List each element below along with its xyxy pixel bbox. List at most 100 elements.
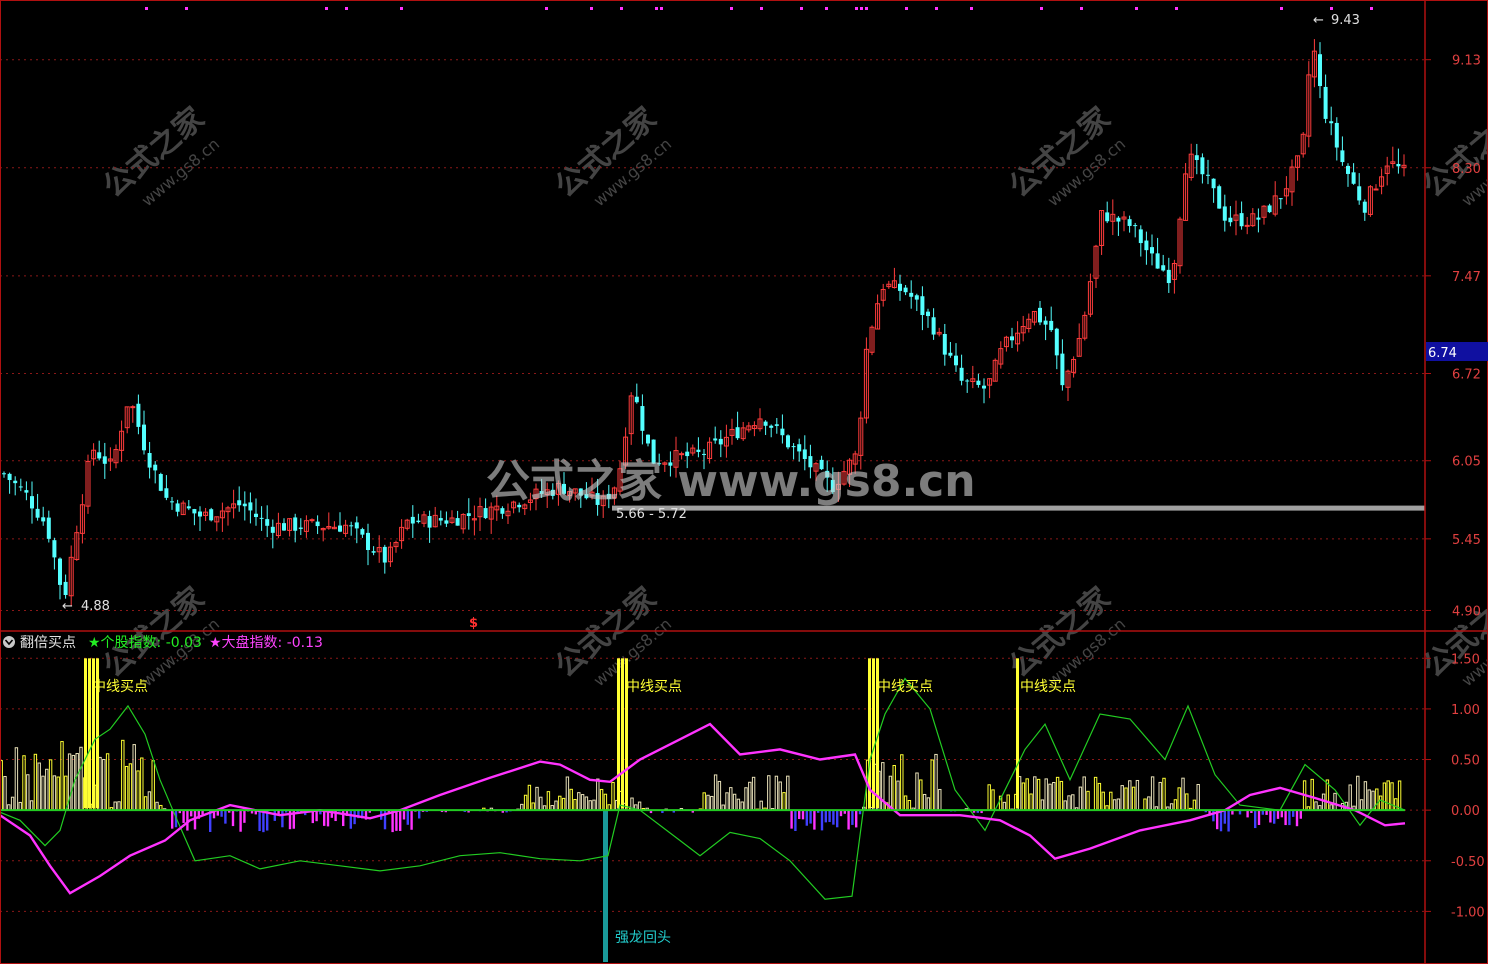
candle-body-down [713, 438, 718, 441]
histogram-bar-negative [851, 810, 854, 825]
candle-body-down [52, 540, 57, 558]
histogram-bar-negative [847, 810, 850, 830]
histogram-bar-negative [1246, 810, 1249, 818]
histogram-bar-negative [1257, 810, 1261, 825]
histogram-bar-negative [1212, 810, 1215, 822]
top-dot [1370, 7, 1373, 10]
indicator-tick-label: -0.50 [1451, 855, 1485, 870]
histogram-bar-negative [243, 810, 246, 823]
histogram-bar-negative [406, 810, 409, 825]
histogram-bar-negative [342, 810, 345, 827]
candle-body-down [948, 352, 953, 356]
top-dot [935, 7, 938, 10]
candle-body-down [1116, 217, 1121, 222]
top-dot [760, 7, 763, 10]
top-dot [545, 7, 548, 10]
candle-body-down [1396, 163, 1401, 167]
candle-body-down [914, 295, 919, 300]
histogram-bar-negative [1284, 810, 1287, 826]
top-dot [1040, 7, 1043, 10]
candle-body-down [1166, 269, 1171, 284]
candle-body-down [102, 456, 107, 464]
candle-body-down [634, 396, 639, 403]
indicator-tick-label: 0.00 [1451, 804, 1480, 819]
candle-body-down [366, 532, 370, 551]
price-tick-label: 6.72 [1452, 367, 1481, 382]
top-dot [1330, 7, 1333, 10]
histogram-bar-negative [258, 810, 261, 831]
histogram-bar-negative [820, 810, 824, 831]
indicator-tick-label: 1.00 [1451, 703, 1480, 718]
dollar-marker: $ [469, 616, 478, 631]
candle-body-down [1194, 155, 1199, 161]
candle-body-down [774, 424, 779, 426]
candle-body-down [248, 502, 253, 511]
candle-body-down [153, 464, 158, 471]
candle-body-down [298, 527, 303, 529]
candle-body-down [735, 427, 740, 439]
candle-body-down [338, 525, 342, 532]
candle-body-down [371, 551, 376, 553]
histogram-bar-negative [794, 810, 797, 831]
top-dot [1175, 7, 1178, 10]
candle-body-down [696, 449, 701, 452]
candle-body-down [718, 438, 723, 445]
histogram-bar-negative [1288, 810, 1291, 826]
candle-body-down [282, 523, 286, 531]
candle-body-down [427, 516, 432, 528]
top-dot [865, 7, 868, 10]
histogram-bar-negative [1280, 810, 1283, 818]
candle-body-down [965, 380, 970, 382]
buy-signal-bar [872, 658, 875, 809]
indicator-name[interactable]: 翻倍买点 [20, 635, 76, 651]
candle-body-down [646, 434, 650, 444]
histogram-bar-negative [399, 810, 402, 831]
collapse-icon[interactable] [3, 636, 15, 648]
histogram-bar-negative [1295, 810, 1299, 827]
candle-body-down [259, 517, 264, 519]
candle-body-down [2, 473, 6, 475]
candle-body-up [130, 406, 136, 409]
top-dot [620, 7, 623, 10]
histogram-bar-negative [798, 810, 801, 819]
top-dot [185, 7, 188, 10]
candle-body-up [1373, 188, 1379, 191]
candle-body-down [1318, 54, 1322, 87]
candle-body-down [198, 511, 202, 517]
candle-body-down [1105, 212, 1110, 222]
histogram-bar-negative [281, 810, 284, 828]
candle-body-down [58, 558, 62, 585]
candle-body-down [1329, 121, 1334, 124]
top-dot [590, 7, 593, 10]
candle-body-down [1161, 265, 1166, 271]
candle-body-down [354, 522, 359, 529]
buy-signal-bar [621, 658, 624, 809]
candle-body-down [1054, 328, 1059, 356]
candle-body-down [444, 520, 449, 524]
candle-body-down [170, 501, 174, 503]
indicator-tick-label: -1.00 [1451, 905, 1485, 920]
histogram-bar-negative [349, 810, 352, 829]
histogram-bar-negative [262, 810, 265, 833]
histogram-bar-negative [410, 810, 413, 830]
candle-body-down [438, 518, 443, 521]
candle-body-down [1267, 205, 1272, 213]
top-dot [1080, 7, 1083, 10]
candle-body-down [903, 287, 908, 293]
candle-body-down [209, 509, 214, 521]
candle-body-up [309, 519, 315, 522]
candle-body-down [147, 453, 152, 468]
candle-body-down [791, 446, 796, 448]
candle-body-down [1211, 178, 1216, 189]
candle-body-down [360, 529, 365, 535]
candle-body-down [186, 506, 191, 509]
candle-body-down [455, 518, 460, 526]
top-dot [325, 7, 328, 10]
top-dot [730, 7, 733, 10]
low-marker-arrow: ← [62, 599, 73, 614]
candle-body-down [1334, 122, 1339, 148]
candle-body-down [500, 508, 505, 514]
candle-body-down [640, 406, 645, 431]
center-watermark: 公式之家 www.gs8.cn [486, 456, 976, 507]
stock-chart[interactable]: 公式之家www.gs8.cn 公式之家www.gs8.cn 公式之家www.gs8.… [0, 0, 1488, 964]
